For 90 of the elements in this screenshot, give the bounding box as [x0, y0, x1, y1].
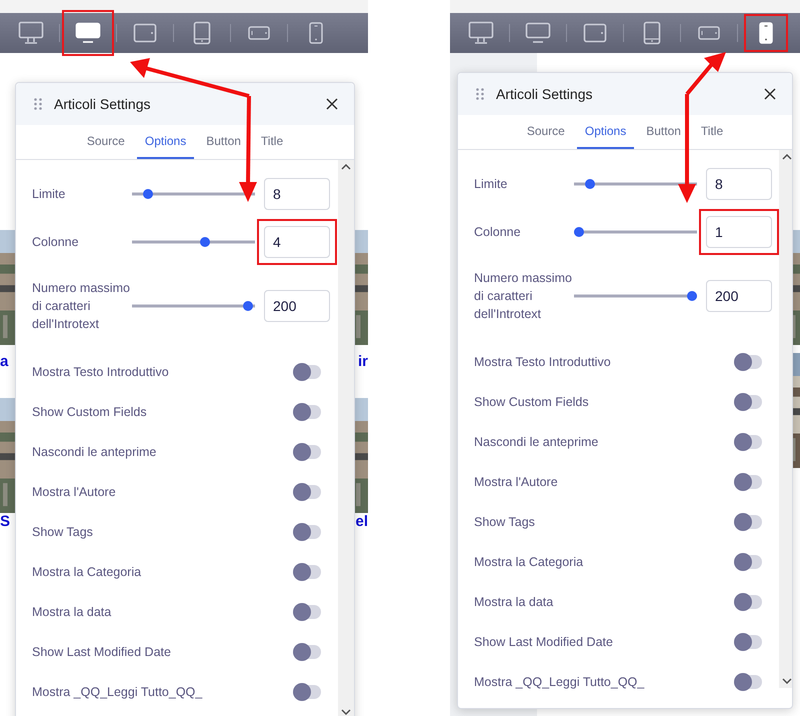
tablet-icon	[133, 23, 157, 43]
panel-title: Articoli Settings	[496, 86, 594, 102]
setting-label: Mostra Testo Introduttivo	[474, 355, 611, 369]
toggle-switch[interactable]	[734, 635, 762, 649]
article-link[interactable]: a	[0, 353, 8, 370]
setting-label: Show Tags	[32, 525, 93, 539]
setting-label: Nascondi le anteprime	[474, 435, 598, 449]
scroll-up-icon[interactable]	[341, 164, 351, 170]
number-field[interactable]: 200	[264, 290, 330, 322]
setting-label: Numero massimo di caratteri dell'Introtext	[474, 270, 573, 323]
slider-thumb[interactable]	[242, 301, 253, 311]
toggle-switch[interactable]	[293, 405, 321, 419]
panel-tab[interactable]: Source	[518, 115, 573, 149]
setting-label: Nascondi le anteprime	[32, 445, 156, 459]
setting-label: Mostra la Categoria	[32, 565, 142, 579]
slider-thumb[interactable]	[687, 291, 697, 301]
article-link[interactable]: el	[355, 513, 368, 530]
toggle-switch[interactable]	[293, 605, 321, 619]
scroll-up-icon[interactable]	[782, 154, 792, 160]
panel-tab[interactable]: Button	[198, 125, 249, 159]
toggle-switch[interactable]	[734, 595, 762, 609]
toggle-switch[interactable]	[734, 435, 762, 449]
panel-tab[interactable]: Options	[576, 115, 634, 149]
toggle-switch[interactable]	[293, 365, 321, 379]
tablet-icon	[583, 23, 607, 43]
panel-title: Articoli Settings	[54, 96, 152, 112]
setting-label: Show Last Modified Date	[32, 645, 171, 659]
setting-label: Limite	[32, 186, 66, 203]
close-button[interactable]	[762, 86, 778, 102]
scroll-down-icon[interactable]	[782, 678, 792, 684]
panel-tab[interactable]: Title	[252, 125, 292, 159]
slider-thumb[interactable]	[200, 237, 210, 247]
slider-thumb[interactable]	[574, 227, 584, 237]
monitor-icon	[75, 22, 101, 44]
toggle-switch[interactable]	[734, 515, 762, 529]
panel-tab[interactable]: Button	[638, 115, 689, 149]
setting-label: Show Tags	[474, 515, 535, 529]
scrollbar[interactable]	[338, 160, 354, 716]
drag-handle-icon[interactable]	[34, 98, 42, 110]
panel-tab[interactable]: Title	[692, 115, 732, 149]
number-field[interactable]: 4	[264, 226, 330, 258]
setting-label: Mostra _QQ_Leggi Tutto_QQ_	[474, 675, 644, 689]
setting-label: Limite	[474, 176, 508, 193]
setting-label: Mostra la Categoria	[474, 555, 584, 569]
phone-icon	[248, 26, 270, 40]
panel-tab[interactable]: Source	[78, 125, 133, 159]
number-field[interactable]: 1	[706, 216, 772, 248]
setting-label: Show Custom Fields	[32, 405, 147, 419]
number-field[interactable]: 8	[706, 168, 772, 200]
setting-label: Mostra la data	[474, 595, 554, 609]
setting-label: Numero massimo di caratteri dell'Introtext	[32, 280, 131, 333]
toggle-switch[interactable]	[293, 445, 321, 459]
phone-icon	[759, 22, 773, 44]
toggle-switch[interactable]	[734, 555, 762, 569]
toggle-switch[interactable]	[293, 645, 321, 659]
toggle-switch[interactable]	[734, 675, 762, 689]
number-field[interactable]: 200	[706, 280, 772, 312]
panel-tab[interactable]: Options	[136, 125, 194, 159]
article-link[interactable]: S	[0, 513, 10, 530]
setting-label: Mostra la data	[32, 605, 112, 619]
tablet-icon	[643, 21, 661, 45]
toggle-switch[interactable]	[734, 475, 762, 489]
setting-label: Show Custom Fields	[474, 395, 589, 409]
toggle-switch[interactable]	[293, 565, 321, 579]
close-button[interactable]	[324, 96, 340, 112]
slider-thumb[interactable]	[585, 179, 596, 189]
article-link[interactable]: ir	[358, 353, 368, 370]
setting-label: Mostra l'Autore	[474, 475, 558, 489]
setting-label: Colonne	[32, 234, 80, 251]
phone-icon	[309, 22, 323, 44]
slider-thumb[interactable]	[143, 189, 154, 199]
phone-icon	[698, 26, 720, 40]
setting-label: Mostra _QQ_Leggi Tutto_QQ_	[32, 685, 202, 699]
toggle-switch[interactable]	[734, 355, 762, 369]
desktop-icon	[468, 21, 494, 45]
tablet-icon	[193, 21, 211, 45]
toggle-switch[interactable]	[293, 685, 321, 699]
number-field[interactable]: 8	[264, 178, 330, 210]
setting-label: Mostra Testo Introduttivo	[32, 365, 169, 379]
setting-label: Show Last Modified Date	[474, 635, 613, 649]
scroll-down-icon[interactable]	[341, 709, 351, 715]
setting-label: Mostra l'Autore	[32, 485, 116, 499]
setting-label: Colonne	[474, 224, 522, 241]
desktop-icon	[18, 21, 44, 45]
scrollbar[interactable]	[779, 150, 792, 688]
toggle-switch[interactable]	[293, 525, 321, 539]
drag-handle-icon[interactable]	[476, 88, 484, 100]
toggle-switch[interactable]	[734, 395, 762, 409]
toggle-switch[interactable]	[293, 485, 321, 499]
monitor-icon	[525, 22, 551, 44]
